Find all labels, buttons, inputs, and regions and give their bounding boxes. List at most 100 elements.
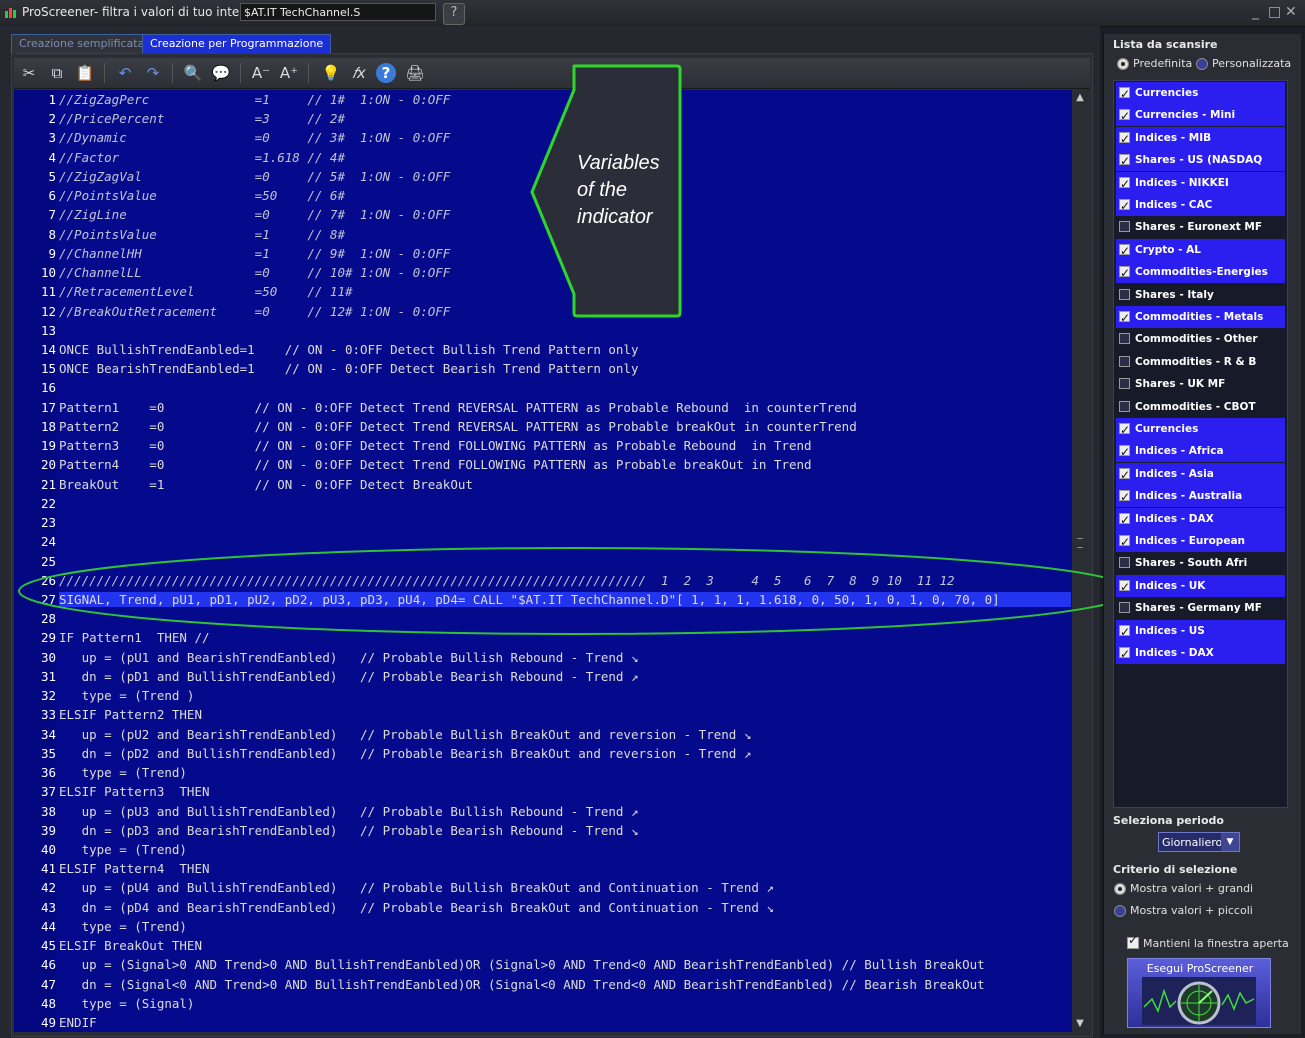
- undo-icon[interactable]: ↶: [114, 63, 136, 83]
- function-icon[interactable]: 𝑓x: [348, 63, 370, 83]
- list-item[interactable]: Commodities - CBOT: [1116, 396, 1285, 418]
- maximize-button[interactable]: □: [1268, 4, 1281, 20]
- tab-simplified[interactable]: Creazione semplificata: [11, 34, 153, 53]
- list-item[interactable]: Shares - Germany MF: [1116, 597, 1285, 619]
- list-item-checkbox[interactable]: [1119, 486, 1130, 508]
- list-item-checkbox[interactable]: [1119, 531, 1130, 553]
- search-icon[interactable]: 🔍: [182, 63, 204, 83]
- decrease-font-icon[interactable]: A⁻: [250, 63, 272, 83]
- list-item[interactable]: Shares - Italy: [1116, 284, 1285, 306]
- list-item[interactable]: Indices - Africa: [1116, 440, 1285, 463]
- editor-scrollbar[interactable]: ▲ ▼: [1072, 90, 1088, 1032]
- list-item-checkbox[interactable]: [1119, 128, 1130, 150]
- list-item[interactable]: Indices - European: [1116, 530, 1285, 553]
- code-line[interactable]: //Dynamic =0 // 3# 1:ON - 0:OFF: [59, 130, 450, 145]
- lightbulb-icon[interactable]: 💡: [320, 63, 342, 83]
- scroll-up-icon[interactable]: ▲: [1074, 92, 1086, 104]
- list-item-checkbox[interactable]: [1119, 173, 1130, 195]
- list-item[interactable]: Currencies: [1116, 418, 1285, 441]
- list-item-checkbox[interactable]: [1119, 221, 1130, 233]
- list-item[interactable]: Commodities - Other: [1116, 328, 1285, 350]
- code-line[interactable]: //ZigZagPerc =1 // 1# 1:ON - 0:OFF: [59, 92, 450, 107]
- code-line[interactable]: ONCE BearishTrendEanbled=1 // ON - 0:OFF…: [59, 361, 638, 376]
- code-line[interactable]: ////////////////////////////////////////…: [59, 573, 955, 588]
- list-item[interactable]: Indices - DAX: [1116, 642, 1285, 665]
- list-item-checkbox[interactable]: [1119, 105, 1130, 127]
- list-item-checkbox[interactable]: [1119, 400, 1130, 412]
- code-line[interactable]: Pattern3 =0 // ON - 0:OFF Detect Trend F…: [59, 438, 812, 453]
- radio-criteria-high[interactable]: [1114, 883, 1126, 895]
- minimize-button[interactable]: _: [1252, 4, 1259, 20]
- help-icon[interactable]: ?: [376, 63, 396, 83]
- list-item-checkbox[interactable]: [1119, 464, 1130, 486]
- code-line[interactable]: Pattern4 =0 // ON - 0:OFF Detect Trend F…: [59, 457, 812, 472]
- list-item[interactable]: Commodities - R & B: [1116, 351, 1285, 373]
- list-item-checkbox[interactable]: [1119, 557, 1130, 569]
- code-line[interactable]: type = (Trend): [59, 842, 187, 857]
- code-line[interactable]: type = (Trend): [59, 919, 187, 934]
- code-line[interactable]: //ZigZagVal =0 // 5# 1:ON - 0:OFF: [59, 169, 450, 184]
- list-item[interactable]: Indices - MIB: [1116, 126, 1285, 150]
- list-item[interactable]: Currencies - Mini: [1116, 104, 1285, 127]
- list-item-checkbox[interactable]: [1119, 355, 1130, 367]
- cut-icon[interactable]: ✂: [18, 63, 40, 83]
- code-line[interactable]: //BreakOutRetracement =0 // 12# 1:ON - 0…: [59, 304, 450, 319]
- code-line[interactable]: Pattern2 =0 // ON - 0:OFF Detect Trend R…: [59, 419, 857, 434]
- code-line[interactable]: ELSIF Pattern3 THEN: [59, 784, 210, 799]
- radio-default[interactable]: [1117, 58, 1129, 70]
- list-item-checkbox[interactable]: [1119, 195, 1130, 217]
- keep-open-checkbox[interactable]: [1127, 933, 1139, 949]
- list-item-checkbox[interactable]: [1119, 378, 1130, 390]
- code-line[interactable]: //Factor =1.618 // 4#: [59, 150, 345, 165]
- list-item-checkbox[interactable]: [1119, 643, 1130, 665]
- redo-icon[interactable]: ↷: [142, 63, 164, 83]
- list-item[interactable]: Commodities-Energies: [1116, 261, 1285, 284]
- help-icon[interactable]: ?: [443, 3, 465, 25]
- list-item[interactable]: Shares - Euronext MF: [1116, 216, 1285, 238]
- list-item[interactable]: Crypto - AL: [1116, 238, 1285, 262]
- paste-icon[interactable]: 📋: [74, 63, 96, 83]
- list-item[interactable]: Shares - UK MF: [1116, 373, 1285, 395]
- scroll-down-icon[interactable]: ▼: [1074, 1018, 1086, 1030]
- list-item[interactable]: Indices - Australia: [1116, 485, 1285, 508]
- code-line[interactable]: //PointsValue =50 // 6#: [59, 188, 345, 203]
- list-item-checkbox[interactable]: [1119, 83, 1130, 105]
- code-line[interactable]: up = (Signal>0 AND Trend>0 AND BullishTr…: [59, 957, 985, 972]
- list-item-checkbox[interactable]: [1119, 333, 1130, 345]
- list-item[interactable]: Commodities - Metals: [1116, 306, 1285, 329]
- list-item-checkbox[interactable]: [1119, 576, 1130, 598]
- list-item[interactable]: Shares - US (NASDAQ: [1116, 149, 1285, 172]
- print-icon[interactable]: 🖨: [404, 63, 426, 83]
- list-item-checkbox[interactable]: [1119, 509, 1130, 531]
- list-item-checkbox[interactable]: [1119, 288, 1130, 300]
- code-line[interactable]: ENDIF: [59, 1015, 97, 1030]
- code-line[interactable]: BreakOut =1 // ON - 0:OFF Detect BreakOu…: [59, 477, 473, 492]
- code-line[interactable]: //PointsValue =1 // 8#: [59, 227, 345, 242]
- code-line[interactable]: SIGNAL, Trend, pU1, pD1, pU2, pD2, pU3, …: [59, 591, 1071, 607]
- list-item-checkbox[interactable]: [1119, 240, 1130, 262]
- list-item[interactable]: Indices - UK: [1116, 574, 1285, 598]
- code-line[interactable]: type = (Trend ): [59, 688, 195, 703]
- radio-criteria-low[interactable]: [1114, 905, 1126, 917]
- run-screener-button[interactable]: Esegui ProScreener: [1127, 958, 1271, 1028]
- code-line[interactable]: up = (pU2 and BearishTrendEanbled) // Pr…: [59, 727, 752, 742]
- list-item-checkbox[interactable]: [1119, 441, 1130, 463]
- radio-custom[interactable]: [1196, 58, 1208, 70]
- list-item-checkbox[interactable]: [1119, 419, 1130, 441]
- code-line[interactable]: dn = (pD1 and BullishTrendEanbled) // Pr…: [59, 669, 639, 684]
- list-item[interactable]: Indices - DAX: [1116, 507, 1285, 531]
- list-item[interactable]: Indices - CAC: [1116, 194, 1285, 217]
- code-line[interactable]: ELSIF BreakOut THEN: [59, 938, 202, 953]
- list-item-checkbox[interactable]: [1119, 602, 1130, 614]
- list-item[interactable]: Shares - South Afri: [1116, 552, 1285, 574]
- scan-list[interactable]: Currencies Currencies - Mini Indices - MIB…: [1113, 80, 1288, 808]
- copy-icon[interactable]: ⧉: [46, 63, 68, 83]
- code-line[interactable]: //ChannelHH =1 // 9# 1:ON - 0:OFF: [59, 246, 450, 261]
- list-item[interactable]: Currencies: [1116, 82, 1285, 105]
- code-line[interactable]: dn = (pD3 and BearishTrendEanbled) // Pr…: [59, 823, 639, 838]
- list-item-checkbox[interactable]: [1119, 621, 1130, 643]
- code-line[interactable]: up = (pU4 and BullishTrendEanbled) // Pr…: [59, 880, 774, 895]
- close-button[interactable]: ✕: [1285, 4, 1297, 20]
- tab-programming[interactable]: Creazione per Programmazione: [142, 34, 332, 53]
- code-line[interactable]: ONCE BullishTrendEanbled=1 // ON - 0:OFF…: [59, 342, 638, 357]
